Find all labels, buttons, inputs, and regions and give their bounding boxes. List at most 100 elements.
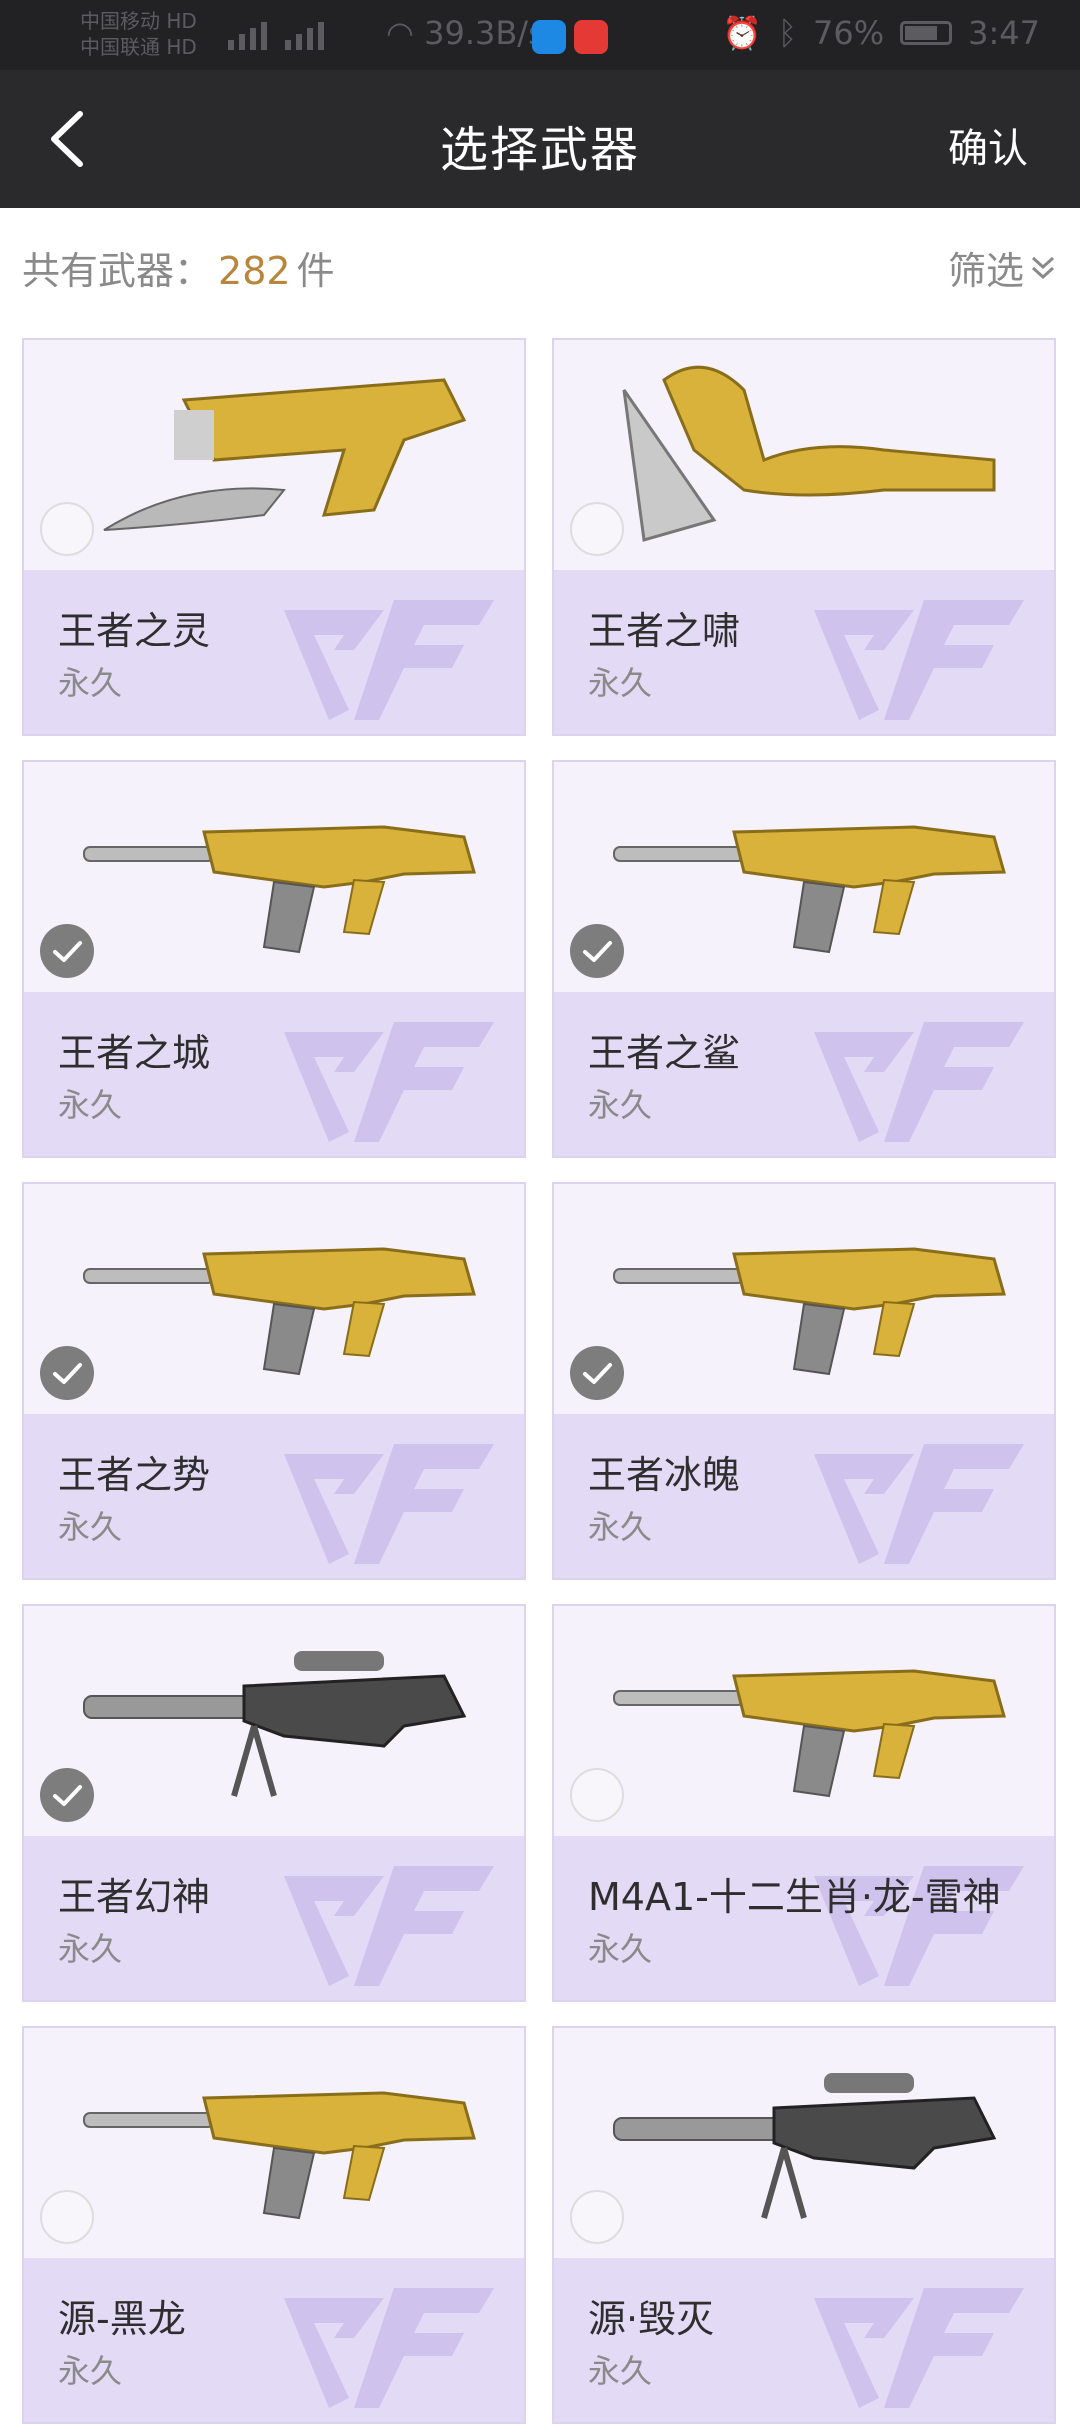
weapon-card[interactable]: 王者之啸 永久 (552, 338, 1056, 736)
select-checkbox[interactable] (40, 2190, 94, 2244)
weapon-info: 王者之啸 永久 (554, 570, 1054, 734)
weapon-duration: 永久 (58, 2352, 123, 2390)
weapon-name: 王者之啸 (588, 609, 741, 653)
weapon-image (83, 1651, 467, 1797)
weapon-image-area (554, 1184, 1054, 1414)
bluetooth-icon: ᛒ (777, 14, 798, 52)
weapon-name: 王者之鲨 (588, 1031, 741, 1075)
weapon-card[interactable]: 王者冰魄 永久 (552, 1182, 1056, 1580)
weapon-duration: 永久 (588, 2352, 653, 2390)
network-speed: 39.3B/s (424, 14, 545, 52)
cf-logo-watermark-icon (814, 600, 1024, 720)
clock: 3:47 (968, 14, 1040, 52)
weapon-image-area (24, 1184, 524, 1414)
app-notification-icon (532, 20, 566, 54)
select-checkbox[interactable] (40, 924, 94, 978)
check-icon (53, 1785, 82, 1806)
cf-logo-watermark-icon (284, 600, 494, 720)
select-checkbox[interactable] (570, 1768, 624, 1822)
weapon-card[interactable]: 王者之鲨 永久 (552, 760, 1056, 1158)
weapon-duration: 永久 (58, 1086, 123, 1124)
confirm-button[interactable]: 确认 (948, 116, 1028, 174)
weapon-duration: 永久 (588, 664, 653, 702)
weapon-duration: 永久 (588, 1086, 653, 1124)
weapon-image (613, 2073, 997, 2219)
cf-logo-watermark-icon (284, 1866, 494, 1986)
filter-label: 筛选 (947, 249, 1024, 293)
select-checkbox[interactable] (570, 2190, 624, 2244)
weapon-card[interactable]: 王者幻神 永久 (22, 1604, 526, 2002)
select-checkbox[interactable] (570, 924, 624, 978)
alarm-icon: ⏰ (721, 14, 762, 52)
weapon-card[interactable]: 源·毁灭永久 (552, 2026, 1056, 2424)
weapon-duration: 永久 (588, 1508, 653, 1546)
weapon-card[interactable]: 王者之城 永久 (22, 760, 526, 1158)
weapon-image-area (554, 762, 1054, 992)
battery-icon (900, 21, 953, 45)
battery-percent: 76% (813, 14, 885, 52)
cf-logo-watermark-icon (814, 1022, 1024, 1142)
check-icon (583, 1363, 612, 1384)
wifi-icon: ◠ (386, 14, 414, 52)
select-checkbox[interactable] (40, 1346, 94, 1400)
weapon-info: 王者幻神 永久 (24, 1836, 524, 2000)
weapon-image (622, 365, 996, 542)
weapon-info: 王者之灵 永久 (24, 570, 524, 734)
weapon-info: 源·毁灭永久 (554, 2258, 1054, 2422)
weapon-card[interactable]: 王者之灵 永久 (22, 338, 526, 736)
wifi-speed: ◠ 39.3B/s (386, 14, 545, 52)
weapon-card[interactable]: 王者之势 永久 (22, 1182, 526, 1580)
weapon-image (83, 825, 476, 954)
weapon-count-unit: 件 (296, 249, 335, 293)
check-icon (53, 941, 82, 962)
weapon-name: 王者幻神 (58, 1875, 211, 1919)
weapon-name: 王者之城 (58, 1031, 211, 1075)
nav-header: 选择武器 确认 (0, 70, 1080, 208)
double-chevron-down-icon (1031, 256, 1055, 279)
weapon-image-area (554, 340, 1054, 570)
weapon-info: 王者冰魄 永久 (554, 1414, 1054, 1578)
weapon-duration: 永久 (588, 1930, 653, 1968)
weapon-name: 源-黑龙 (58, 2297, 186, 2341)
carrier-1-label: 中国移动 (80, 9, 160, 33)
system-icons: ⏰ ᛒ 76% 3:47 (722, 14, 1040, 52)
weapon-duration: 永久 (58, 1508, 123, 1546)
carrier-2-label: 中国联通 (80, 35, 160, 59)
weapon-info: M4A1-十二生肖·龙-雷神 永久 (554, 1836, 1054, 2000)
weapon-image (103, 378, 467, 531)
weapon-image (613, 825, 1006, 954)
cf-logo-watermark-icon (284, 1022, 494, 1142)
cf-logo-watermark-icon (814, 1444, 1024, 1564)
weapon-image-area (24, 340, 524, 570)
page-title: 选择武器 (439, 122, 640, 178)
filter-button[interactable]: 筛选 (948, 240, 1058, 295)
signal-strength-icon (228, 18, 324, 50)
select-checkbox[interactable] (40, 502, 94, 556)
select-checkbox[interactable] (570, 1346, 624, 1400)
cf-logo-watermark-icon (284, 2288, 494, 2408)
carrier-2-badge: HD (166, 35, 197, 59)
weapon-name: 王者之灵 (58, 609, 211, 653)
weapon-image-area (24, 1606, 524, 1836)
select-checkbox[interactable] (570, 502, 624, 556)
weapon-name: 王者之势 (58, 1453, 211, 1497)
weapon-duration: 永久 (58, 1930, 123, 1968)
weapon-image (83, 2091, 476, 2220)
weapon-info: 王者之鲨 永久 (554, 992, 1054, 1156)
cf-logo-watermark-icon (284, 1444, 494, 1564)
weapon-image (83, 1247, 476, 1376)
status-bar: 中国移动 HD 中国联通 HD ◠ 39.3B/s ⏰ ᛒ 76% 3:47 (0, 0, 1080, 70)
weapon-image (613, 1669, 1006, 1798)
weapon-info: 王者之势 永久 (24, 1414, 524, 1578)
cf-logo-watermark-icon (814, 2288, 1024, 2408)
weapon-name: 源·毁灭 (588, 2297, 715, 2341)
check-icon (583, 941, 612, 962)
weapon-info: 王者之城 永久 (24, 992, 524, 1156)
weapon-count: 282 (218, 249, 291, 293)
weapon-duration: 永久 (58, 664, 123, 702)
weapon-card[interactable]: 源-黑龙永久 (22, 2026, 526, 2424)
carrier-info: 中国移动 HD 中国联通 HD (80, 8, 197, 60)
weapon-card[interactable]: M4A1-十二生肖·龙-雷神 永久 (552, 1604, 1056, 2002)
select-checkbox[interactable] (40, 1768, 94, 1822)
weapon-count-prefix: 共有武器： (22, 249, 213, 293)
